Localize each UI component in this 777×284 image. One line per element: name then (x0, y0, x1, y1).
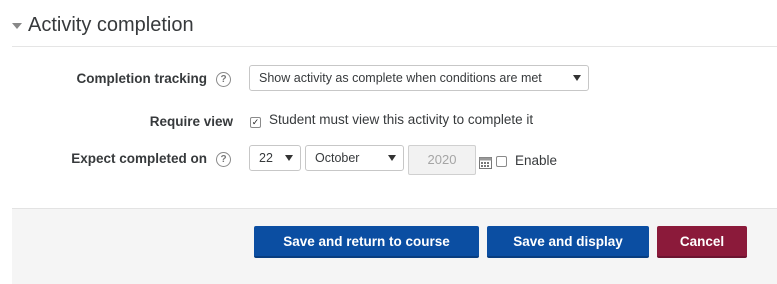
activity-completion-header[interactable]: Activity completion (12, 14, 194, 37)
save-and-display-button[interactable]: Save and display (487, 226, 649, 258)
save-and-return-button[interactable]: Save and return to course (254, 226, 479, 258)
enable-checkbox[interactable] (496, 156, 507, 167)
require-view-checkbox-label: Student must view this activity to compl… (269, 112, 534, 127)
header-divider (12, 46, 777, 47)
year-input[interactable]: 2020 (408, 145, 476, 175)
completion-tracking-select[interactable]: Show activity as complete when condition… (249, 65, 589, 91)
collapse-caret-icon[interactable] (12, 22, 22, 29)
completion-tracking-label: Completion tracking (76, 71, 207, 86)
cancel-button[interactable]: Cancel (657, 226, 747, 258)
section-title: Activity completion (28, 14, 194, 36)
enable-label: Enable (515, 153, 558, 168)
day-value: 22 (259, 151, 273, 165)
require-view-checkbox[interactable]: ✓ (250, 117, 261, 128)
require-view-label: Require view (149, 114, 233, 129)
help-icon[interactable]: ? (216, 72, 231, 87)
month-select[interactable]: October (305, 145, 404, 171)
expect-completed-label: Expect completed on (71, 151, 207, 166)
expect-completed-row: Expect completed on ? 22 October 2020 En… (0, 145, 777, 175)
help-icon[interactable]: ? (216, 152, 231, 167)
require-view-row: Require view ✓ Student must view this ac… (0, 108, 777, 136)
dropdown-arrow-icon (285, 155, 293, 161)
month-value: October (315, 151, 360, 165)
calendar-icon[interactable] (479, 156, 492, 169)
day-select[interactable]: 22 (249, 145, 301, 171)
dropdown-arrow-icon (573, 75, 581, 81)
completion-tracking-value: Show activity as complete when condition… (259, 71, 542, 85)
dropdown-arrow-icon (388, 155, 396, 161)
completion-tracking-row: Completion tracking ? Show activity as c… (0, 65, 777, 93)
